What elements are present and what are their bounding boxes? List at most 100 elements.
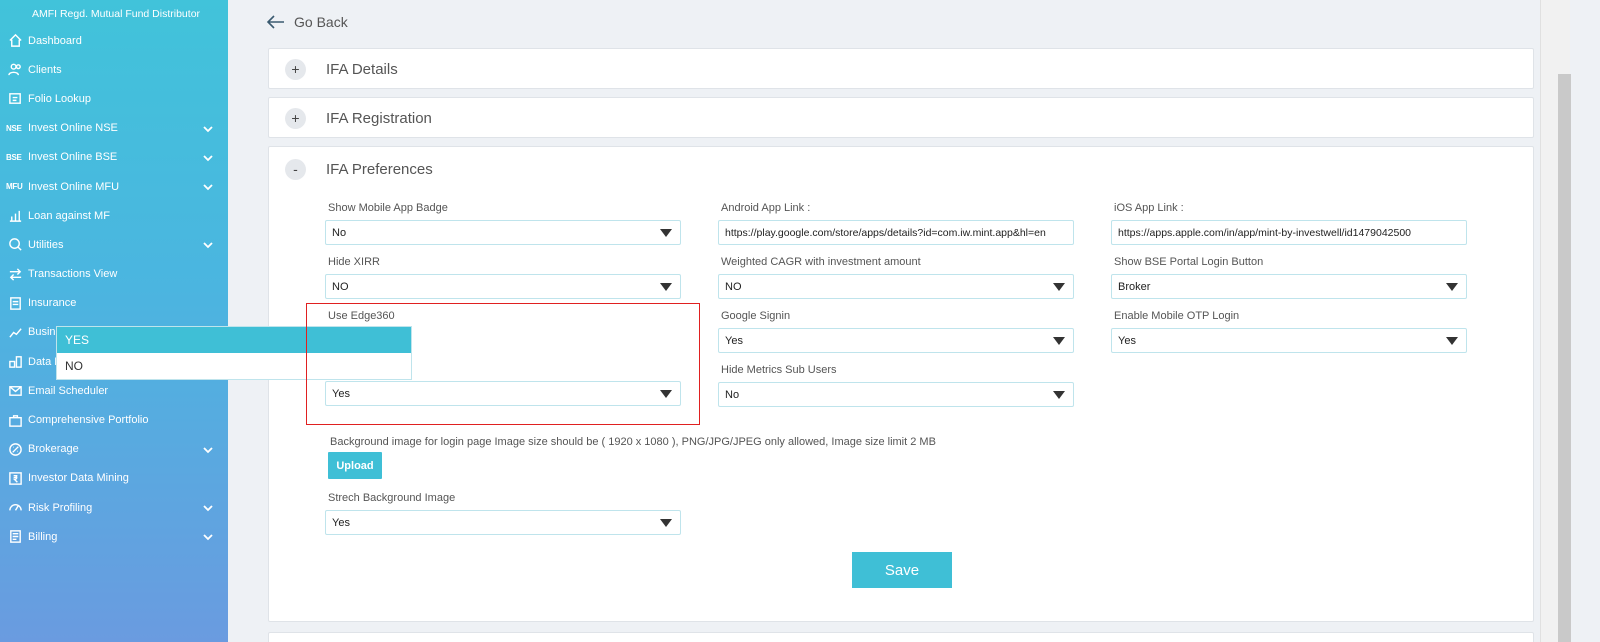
show-bse-login-field: Show BSE Portal Login Button Broker <box>1111 256 1467 299</box>
field-label: Show Mobile App Badge <box>328 202 448 214</box>
sidebar-item-invest-online-mfu[interactable]: MFU Invest Online MFU <box>0 172 228 201</box>
scrollbar[interactable] <box>1540 0 1571 642</box>
chevron-down-icon <box>202 123 214 135</box>
select-value: NO <box>332 280 349 293</box>
select-value: Yes <box>725 334 743 347</box>
sidebar-item-insurance[interactable]: Insurance <box>0 289 228 318</box>
panel-title: IFA Registration <box>326 109 432 127</box>
transfer-icon <box>6 266 24 282</box>
use-edge360-select-field: Yes <box>325 381 681 406</box>
select-value: No <box>332 226 347 239</box>
select-value: No <box>725 388 740 401</box>
ios-app-link-input[interactable]: https://apps.apple.com/in/app/mint-by-in… <box>1111 220 1467 245</box>
select-value: Yes <box>1118 334 1136 347</box>
field-label: Google Signin <box>721 310 791 322</box>
insurance-icon <box>6 295 24 311</box>
sidebar-item-investor-data-mining[interactable]: Investor Data Mining <box>0 464 228 493</box>
sidebar-item-folio-lookup[interactable]: Folio Lookup <box>0 84 228 113</box>
dropdown-option-no[interactable]: NO <box>57 353 411 379</box>
show-mobile-app-badge-field: Show Mobile App Badge No <box>325 202 681 245</box>
show-bse-login-select[interactable]: Broker <box>1111 274 1467 299</box>
panel-title: IFA Preferences <box>326 160 433 178</box>
field-label: Android App Link : <box>721 202 811 214</box>
sidebar-item-invest-online-bse[interactable]: BSE Invest Online BSE <box>0 143 228 172</box>
dropdown-option-yes[interactable]: YES <box>57 327 411 353</box>
android-app-link-field: Android App Link : https://play.google.c… <box>718 202 1074 245</box>
field-label: Strech Background Image <box>328 492 456 504</box>
chevron-down-icon <box>202 444 214 456</box>
panel-ifa-registration-header[interactable]: + IFA Registration <box>269 98 1533 138</box>
weighted-cagr-field: Weighted CAGR with investment amount NO <box>718 256 1074 299</box>
caret-down-icon <box>1053 391 1065 399</box>
panel-ifa-details: + IFA Details <box>268 48 1534 89</box>
sidebar-item-invest-online-nse[interactable]: NSE Invest Online NSE <box>0 114 228 143</box>
caret-down-icon <box>660 390 672 398</box>
sidebar-item-brokerage[interactable]: Brokerage <box>0 435 228 464</box>
sidebar-item-comprehensive-portfolio[interactable]: Comprehensive Portfolio <box>0 405 228 434</box>
panel-ifa-details-header[interactable]: + IFA Details <box>269 49 1533 89</box>
portfolio-icon <box>6 412 24 428</box>
sidebar-item-email-scheduler[interactable]: Email Scheduler <box>0 376 228 405</box>
show-mobile-app-badge-select[interactable]: No <box>325 220 681 245</box>
google-signin-select[interactable]: Yes <box>718 328 1074 353</box>
gauge-icon <box>6 500 24 516</box>
sidebar-item-label: Comprehensive Portfolio <box>28 414 149 427</box>
collapse-icon[interactable]: - <box>285 158 306 180</box>
google-signin-field: Google Signin Yes <box>718 310 1074 353</box>
caret-down-icon <box>1446 337 1458 345</box>
panel-title: IFA Details <box>326 60 398 78</box>
sidebar: AMFI Regd. Mutual Fund Distributor Dashb… <box>0 0 228 642</box>
android-app-link-input[interactable]: https://play.google.com/store/apps/detai… <box>718 220 1074 245</box>
bse-badge-icon: BSE <box>6 152 22 162</box>
select-value: Yes <box>332 387 350 400</box>
caret-down-icon <box>660 229 672 237</box>
sidebar-item-loan-against-mf[interactable]: Loan against MF <box>0 201 228 230</box>
save-button[interactable]: Save <box>852 552 952 588</box>
enable-mobile-otp-select[interactable]: Yes <box>1111 328 1467 353</box>
rupee-icon <box>6 470 24 486</box>
hide-metrics-sub-users-field: Hide Metrics Sub Users No <box>718 364 1074 407</box>
mfu-badge-icon: MFU <box>6 182 23 192</box>
sidebar-item-label: Insurance <box>28 297 77 310</box>
go-back-link[interactable]: Go Back <box>266 14 348 30</box>
home-icon <box>6 33 24 49</box>
expand-icon[interactable]: + <box>285 107 306 129</box>
sidebar-item-label: Investor Data Mining <box>28 472 129 485</box>
hide-metrics-sub-users-select[interactable]: No <box>718 382 1074 407</box>
caret-down-icon <box>660 283 672 291</box>
sidebar-item-label: Transactions View <box>28 268 118 281</box>
field-label: Hide Metrics Sub Users <box>721 364 837 376</box>
sidebar-item-label: Clients <box>28 63 62 76</box>
loan-icon <box>6 208 24 224</box>
background-image-note: Background image for login page Image si… <box>330 436 936 448</box>
arrow-left-icon <box>266 15 284 29</box>
panel-next <box>268 632 1534 642</box>
sidebar-item-clients[interactable]: Clients <box>0 55 228 84</box>
sidebar-item-dashboard[interactable]: Dashboard <box>0 26 228 55</box>
field-label: Show BSE Portal Login Button <box>1114 256 1264 268</box>
sidebar-item-label: Invest Online BSE <box>28 151 118 164</box>
panel-ifa-preferences-header[interactable]: - IFA Preferences <box>269 147 1533 191</box>
chevron-down-icon <box>202 531 214 543</box>
hide-xirr-select[interactable]: NO <box>325 274 681 299</box>
sidebar-item-transactions-view[interactable]: Transactions View <box>0 260 228 289</box>
sidebar-item-label: Dashboard <box>28 34 82 47</box>
sidebar-item-billing[interactable]: Billing <box>0 522 228 551</box>
chevron-down-icon <box>202 181 214 193</box>
scrollbar-thumb[interactable] <box>1558 74 1571 642</box>
expand-icon[interactable]: + <box>285 58 306 80</box>
weighted-cagr-select[interactable]: NO <box>718 274 1074 299</box>
sidebar-item-utilities[interactable]: Utilities <box>0 230 228 259</box>
chevron-down-icon <box>202 502 214 514</box>
enable-mobile-otp-field: Enable Mobile OTP Login Yes <box>1111 310 1467 353</box>
field-label: Enable Mobile OTP Login <box>1114 310 1240 322</box>
stretch-background-select[interactable]: Yes <box>325 510 681 535</box>
caret-down-icon <box>1446 283 1458 291</box>
sidebar-item-label: Loan against MF <box>28 209 110 222</box>
use-edge360-select[interactable]: Yes <box>325 381 681 406</box>
sidebar-item-label: Risk Profiling <box>28 501 93 514</box>
sidebar-item-risk-profiling[interactable]: Risk Profiling <box>0 493 228 522</box>
sidebar-item-label: Billing <box>28 530 58 543</box>
upload-button[interactable]: Upload <box>328 452 382 479</box>
sidebar-item-label: Invest Online NSE <box>28 122 118 135</box>
